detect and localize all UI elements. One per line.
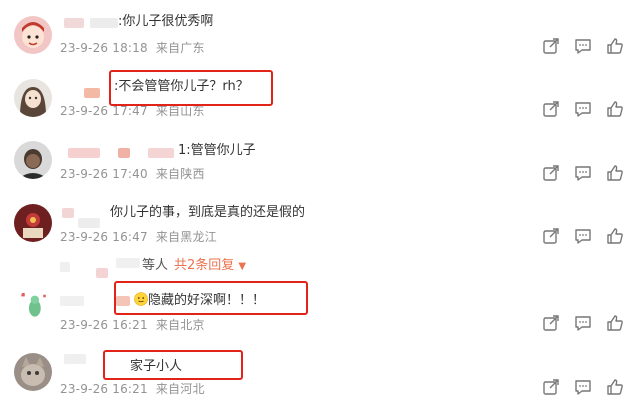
comment-time: 23-9-26 16:47 (60, 230, 148, 244)
blurred-username (118, 148, 130, 158)
comment-time: 23-9-26 18:18 (60, 41, 148, 55)
comment-time: 23-9-26 17:40 (60, 167, 148, 181)
blurred-username (64, 18, 84, 28)
highlight-box (109, 70, 273, 106)
avatar[interactable] (14, 79, 52, 117)
comment-time: 23-9-26 16:21 (60, 382, 148, 396)
like-icon[interactable] (606, 100, 624, 118)
share-icon[interactable] (542, 227, 560, 245)
avatar[interactable] (14, 204, 52, 242)
comment-icon[interactable] (574, 314, 592, 332)
comment-location: 来自山东 (155, 104, 205, 118)
like-icon[interactable] (606, 227, 624, 245)
comment-location: 来自陕西 (155, 167, 205, 181)
comment-icon[interactable] (574, 100, 592, 118)
like-icon[interactable] (606, 378, 624, 396)
comment-meta: 23-9-26 16:47 来自黑龙江 (60, 230, 217, 244)
share-icon[interactable] (542, 100, 560, 118)
reply-prefix: 等人 (142, 258, 169, 273)
comment-text: 1:管管你儿子 (178, 143, 256, 158)
comment-meta: 23-9-26 16:21 来自北京 (60, 318, 205, 332)
comment-icon[interactable] (574, 227, 592, 245)
blurred-username (60, 296, 84, 306)
comment-meta: 23-9-26 17:47 来自山东 (60, 104, 205, 118)
blurred-username (62, 208, 74, 218)
comment-icon[interactable] (574, 164, 592, 182)
blurred-username (96, 268, 108, 278)
comment-location: 来自北京 (155, 318, 205, 332)
like-icon[interactable] (606, 314, 624, 332)
like-icon[interactable] (606, 37, 624, 55)
comment-meta: 23-9-26 17:40 来自陕西 (60, 167, 205, 181)
comment-actions (540, 164, 630, 182)
comment-location: 来自河北 (155, 382, 205, 396)
blurred-username (78, 218, 100, 228)
comment-time: 23-9-26 17:47 (60, 104, 148, 118)
avatar-image (14, 204, 52, 242)
avatar[interactable] (18, 288, 50, 320)
comment-icon[interactable] (574, 378, 592, 396)
blurred-username (90, 18, 118, 28)
share-icon[interactable] (542, 164, 560, 182)
share-icon[interactable] (542, 378, 560, 396)
avatar[interactable] (14, 16, 52, 54)
expand-replies-link[interactable]: 共2条回复 ▼ (174, 258, 246, 275)
comment-text: 你儿子的事，到底是真的还是假的 (110, 205, 306, 220)
reply-count-label: 共2条回复 (174, 258, 235, 273)
comment-icon[interactable] (574, 37, 592, 55)
chevron-down-icon: ▼ (238, 261, 247, 272)
comment-actions (540, 227, 630, 245)
avatar-image (14, 353, 52, 391)
comment-text: :你儿子很优秀啊 (118, 14, 214, 29)
blurred-username (148, 148, 174, 158)
avatar-image (14, 141, 52, 179)
comment-actions (540, 378, 630, 396)
highlight-box (114, 281, 308, 315)
comment-actions (540, 37, 630, 55)
comment-location: 来自黑龙江 (155, 230, 217, 244)
like-icon[interactable] (606, 164, 624, 182)
blurred-username (64, 354, 86, 364)
comment-meta: 23-9-26 16:21 来自河北 (60, 382, 205, 396)
avatar-image (14, 16, 52, 54)
avatar[interactable] (14, 141, 52, 179)
blurred-username (84, 88, 100, 98)
highlight-box (103, 350, 243, 380)
blurred-username (60, 262, 70, 272)
share-icon[interactable] (542, 37, 560, 55)
avatar-image (14, 79, 52, 117)
blurred-username (68, 148, 100, 158)
comment-actions (540, 314, 630, 332)
avatar[interactable] (14, 353, 52, 391)
comment-location: 来自广东 (155, 41, 205, 55)
share-icon[interactable] (542, 314, 560, 332)
comment-meta: 23-9-26 18:18 来自广东 (60, 41, 205, 55)
blurred-username (116, 258, 140, 268)
comment-actions (540, 100, 630, 118)
avatar-image (18, 288, 50, 320)
comment-time: 23-9-26 16:21 (60, 318, 148, 332)
